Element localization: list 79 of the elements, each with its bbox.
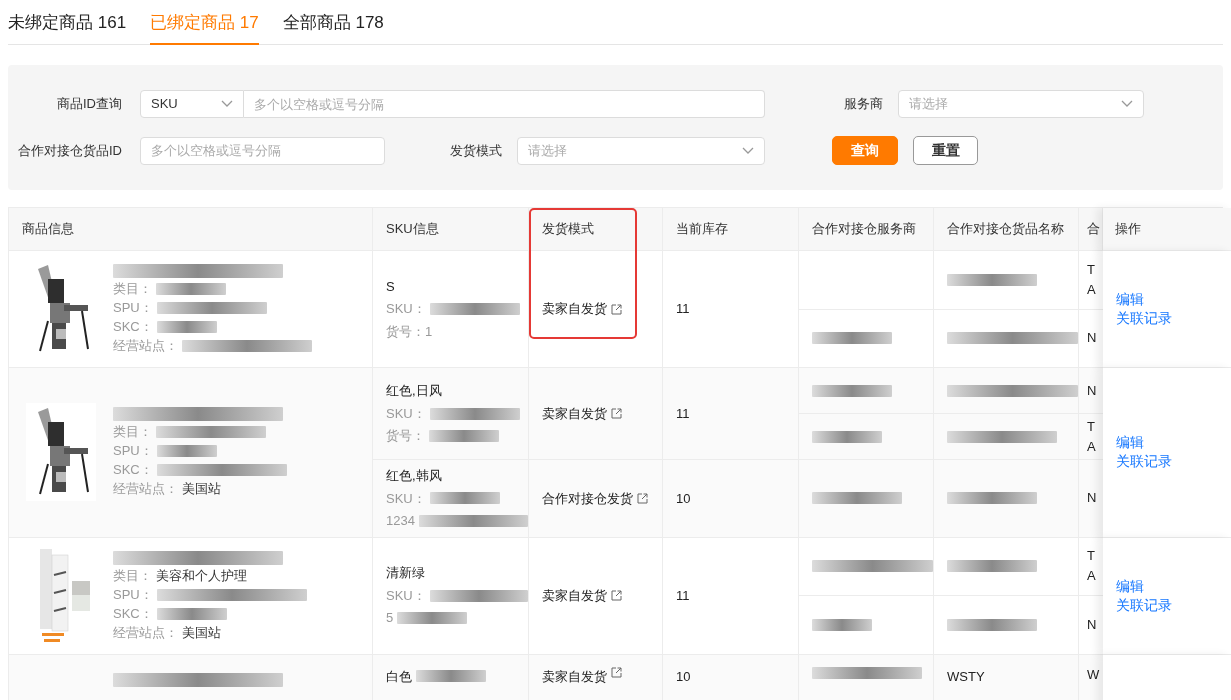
field-label: SPU：	[113, 300, 153, 316]
cell-text: 10	[676, 489, 691, 508]
tab[interactable]: 未绑定商品 161	[8, 12, 127, 45]
cell-text: T	[1087, 260, 1096, 279]
cell-text: 1234	[386, 512, 415, 530]
cell-text: 5	[386, 609, 394, 628]
cell-text: N	[1087, 615, 1098, 634]
external-link-icon	[611, 303, 622, 315]
cell-text: SKU：	[386, 404, 426, 423]
field-label: 经营站点：	[113, 624, 178, 641]
cell-text: 11	[676, 300, 690, 319]
tab[interactable]: 已绑定商品 17	[150, 12, 259, 45]
column-header: 操作	[1103, 208, 1231, 251]
action-link[interactable]: 编辑	[1116, 290, 1144, 309]
cell-text: 10	[676, 667, 691, 686]
field-label: SKC：	[113, 605, 153, 622]
cell-text: A	[1087, 567, 1097, 586]
cell-text: SKU：	[386, 586, 426, 605]
cell-text: W	[1087, 665, 1101, 684]
field-label: SPU：	[113, 443, 153, 460]
cell-text: S	[386, 277, 395, 296]
field-label: 类目：	[113, 424, 152, 441]
cell-text: N	[1087, 381, 1098, 400]
field-label: 经营站点：	[113, 481, 178, 498]
cell-text: SKU：	[386, 300, 426, 319]
field-label: 合作对接仓货品ID	[17, 141, 122, 160]
field-label: SPU：	[113, 586, 153, 603]
chevron-icon	[221, 100, 233, 108]
field-value: 美国站	[182, 481, 221, 498]
cell-text: 卖家自发货	[542, 404, 607, 423]
search-button[interactable]: 查询	[832, 136, 898, 165]
field-label: 类目：	[113, 281, 152, 297]
cell-text: 卖家自发货	[542, 300, 607, 319]
field-label: 发货模式	[449, 141, 502, 160]
field-value: 美容和个人护理	[156, 567, 247, 584]
cell-text: N	[1087, 329, 1098, 348]
cell-text: T	[1087, 417, 1096, 436]
cell-text: A	[1087, 280, 1097, 299]
input-field[interactable]: 多个以空格或逗号分隔	[140, 136, 385, 165]
external-link-icon	[611, 590, 622, 601]
field-label: 经营站点：	[113, 338, 178, 354]
cell-text: 红色,韩风	[386, 467, 442, 485]
cell-text: 货号：	[386, 427, 425, 446]
cell-text: 合作对接仓发货	[542, 489, 633, 508]
chevron-icon	[742, 146, 754, 155]
field-label: SKC：	[113, 462, 153, 479]
input-field[interactable]: 多个以空格或逗号分隔	[244, 90, 765, 118]
cell-text: 白色	[386, 667, 412, 686]
select-field[interactable]: 请选择	[898, 90, 1144, 118]
cell-text: 卖家自发货	[542, 586, 607, 605]
chevron-icon	[1121, 100, 1133, 108]
field-label: 类目：	[113, 567, 152, 584]
cell-text: WSTY	[947, 667, 985, 686]
action-link[interactable]: 关联记录	[1116, 452, 1172, 472]
cell-text: 卖家自发货	[542, 667, 607, 686]
action-link[interactable]: 编辑	[1116, 433, 1144, 453]
external-link-icon	[637, 492, 648, 504]
action-link[interactable]: 编辑	[1116, 576, 1144, 596]
cell-text: 红色,日风	[386, 382, 442, 401]
field-value: 美国站	[182, 624, 221, 641]
tab[interactable]: 全部商品 178	[282, 12, 384, 45]
action-link[interactable]: 关联记录	[1116, 595, 1172, 615]
external-link-icon	[611, 666, 622, 678]
select-field[interactable]: 请选择	[517, 136, 765, 165]
cell-text: N	[1087, 489, 1098, 508]
cell-text: 11	[676, 404, 690, 423]
cell-text: SKU：	[386, 489, 426, 508]
cell-text: 11	[676, 586, 690, 605]
select-field[interactable]: SKU	[140, 90, 244, 118]
field-label: SKC：	[113, 319, 153, 335]
field-label: 商品ID查询	[56, 95, 122, 114]
cell-text: 货号：1	[386, 322, 433, 341]
external-link-icon	[611, 408, 622, 419]
cell-text: 清新绿	[386, 564, 425, 583]
action-link[interactable]: 关联记录	[1116, 309, 1172, 328]
cell-text: T	[1087, 547, 1096, 566]
field-label: 服务商	[843, 95, 883, 114]
cell-text: A	[1087, 437, 1097, 456]
reset-button[interactable]: 重置	[913, 136, 978, 165]
